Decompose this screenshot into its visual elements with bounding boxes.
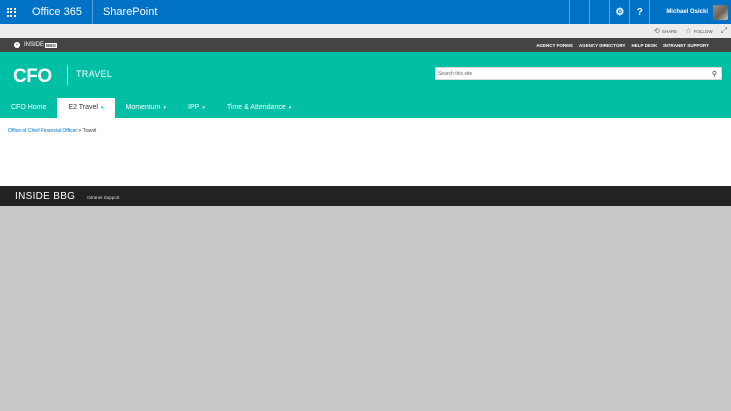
- avatar: [713, 4, 728, 20]
- chevron-down-icon: ▾: [163, 105, 167, 111]
- breadcrumb-current: Travel: [82, 128, 97, 134]
- nav-item-momentum[interactable]: Momentum ▾: [115, 98, 178, 118]
- chevron-down-icon: ▾: [202, 105, 205, 111]
- search-icon[interactable]: ⚲: [712, 70, 721, 78]
- chevron-down-icon: ▾: [288, 105, 292, 111]
- inside-bbg-home-link[interactable]: ‹ INSIDE BBG: [14, 42, 58, 48]
- top-navigation: CFO Home E2 Travel ▾ Momentum ▾ IPP ▾ Ti…: [0, 98, 731, 118]
- logo-divider: [67, 65, 68, 85]
- breadcrumb: Office of Chief Financial Officer > Trav…: [8, 128, 96, 134]
- back-arrow-icon: ‹: [14, 42, 20, 48]
- help-desk-link[interactable]: HELP DESK: [632, 43, 658, 48]
- follow-label: FOLLOW: [693, 28, 713, 34]
- search-box: ⚲: [435, 67, 722, 80]
- chevron-down-icon: ▾: [100, 105, 104, 111]
- sharepoint-app-link[interactable]: SharePoint: [93, 0, 167, 24]
- site-title[interactable]: TRAVEL: [76, 69, 112, 79]
- intranet-support-footer-link[interactable]: Intranet Support: [87, 195, 119, 200]
- agency-directory-link[interactable]: AGENCY DIRECTORY: [579, 43, 626, 48]
- share-icon: ⟲: [653, 28, 660, 35]
- site-footer: INSIDE BBG Intranet Support: [0, 186, 731, 206]
- suite-bar-slot[interactable]: [569, 0, 589, 24]
- nav-item-label: Time & Attendance: [226, 104, 286, 111]
- ribbon-strip: ⟲ SHARE ☆ FOLLOW ⤢: [0, 24, 731, 38]
- user-name: Michael Osicki: [666, 9, 708, 15]
- intranet-support-link[interactable]: INTRANET SUPPORT: [663, 43, 709, 48]
- nav-item-ipp[interactable]: IPP ▾: [177, 98, 216, 118]
- help-icon[interactable]: ?: [629, 0, 649, 24]
- focus-mode-icon[interactable]: ⤢: [721, 26, 727, 36]
- nav-item-label: E2 Travel: [68, 104, 98, 111]
- nav-item-cfo-home[interactable]: CFO Home: [0, 98, 57, 118]
- breadcrumb-separator: >: [78, 128, 82, 134]
- cfo-logo[interactable]: CFO: [13, 66, 52, 88]
- inside-label: INSIDE: [24, 42, 45, 48]
- share-button[interactable]: ⟲ SHARE: [654, 27, 677, 35]
- app-launcher-icon[interactable]: [0, 0, 22, 24]
- bbg-badge: BBG: [45, 42, 58, 48]
- top-links: AGENCY FORMS AGENCY DIRECTORY HELP DESK …: [530, 43, 709, 48]
- suite-bar: Office 365 SharePoint ⚙ ? Michael Osicki: [0, 0, 731, 24]
- page-content: Office of Chief Financial Officer > Trav…: [0, 118, 731, 186]
- nav-item-time-attendance[interactable]: Time & Attendance ▾: [216, 98, 302, 118]
- global-nav-bar: ‹ INSIDE BBG AGENCY FORMS AGENCY DIRECTO…: [0, 38, 731, 52]
- follow-button[interactable]: ☆ FOLLOW: [685, 27, 712, 35]
- office365-brand-link[interactable]: Office 365: [22, 0, 93, 24]
- nav-item-label: CFO Home: [11, 104, 47, 111]
- nav-item-label: Momentum: [125, 104, 161, 111]
- star-icon: ☆: [685, 28, 692, 35]
- nav-item-e2-travel[interactable]: E2 Travel ▾: [57, 98, 115, 118]
- agency-forms-link[interactable]: AGENCY FORMS: [536, 43, 573, 48]
- site-header: CFO TRAVEL ⚲: [0, 52, 731, 98]
- share-label: SHARE: [661, 28, 678, 34]
- footer-brand: INSIDE BBG: [15, 190, 76, 202]
- user-menu[interactable]: Michael Osicki: [649, 0, 731, 24]
- nav-item-label: IPP: [188, 104, 200, 111]
- gear-icon[interactable]: ⚙: [609, 0, 629, 24]
- suite-bar-slot[interactable]: [589, 0, 609, 24]
- search-input[interactable]: [436, 68, 712, 79]
- breadcrumb-parent-link[interactable]: Office of Chief Financial Officer: [8, 128, 77, 134]
